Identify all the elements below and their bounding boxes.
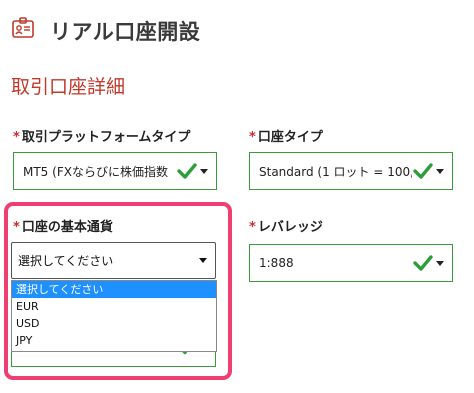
account-type-label-text: 口座タイプ: [257, 130, 323, 145]
base-currency-select[interactable]: 選択してください: [11, 242, 216, 279]
account-type-select[interactable]: Standard (1 ロット = 100,: [249, 152, 453, 190]
leverage-label-text: レバレッジ: [257, 220, 323, 235]
chevron-down-icon: [436, 260, 444, 266]
leverage-select[interactable]: 1:888: [249, 244, 453, 282]
platform-label-text: 取引プラットフォームタイプ: [21, 130, 191, 145]
chevron-down-icon: [200, 168, 208, 174]
required-mark: *: [249, 130, 256, 145]
dropdown-option-eur[interactable]: EUR: [12, 298, 216, 315]
platform-select-value: MT5 (FXならびに株価指数: [23, 164, 168, 179]
base-currency-label-text: 口座の基本通貨: [21, 220, 113, 235]
checkmark-icon: [177, 163, 197, 179]
leverage-label: * レバレッジ: [249, 216, 323, 235]
base-currency-dropdown: 選択してください EUR USD JPY: [11, 280, 217, 352]
id-card-icon: [12, 17, 34, 38]
required-mark: *: [13, 130, 20, 145]
required-mark: *: [249, 220, 256, 235]
account-opening-page: リアル口座開設 取引口座詳細 * 取引プラットフォームタイプ MT5 (FXならび…: [0, 0, 474, 393]
base-currency-select-value: 選択してください: [18, 254, 114, 268]
section-title: 取引口座詳細: [11, 76, 126, 98]
platform-label: * 取引プラットフォームタイプ: [13, 126, 190, 145]
checkmark-icon: [413, 163, 433, 179]
account-type-select-value: Standard (1 ロット = 100,: [259, 164, 412, 179]
leverage-select-value: 1:888: [259, 256, 294, 270]
dropdown-option-usd[interactable]: USD: [12, 315, 216, 332]
required-mark: *: [13, 220, 20, 235]
checkmark-icon: [413, 255, 433, 271]
account-type-label: * 口座タイプ: [249, 126, 323, 145]
chevron-down-icon: [436, 168, 444, 174]
page-title: リアル口座開設: [50, 20, 201, 44]
dropdown-option-placeholder[interactable]: 選択してください: [12, 281, 216, 298]
platform-select[interactable]: MT5 (FXならびに株価指数: [13, 152, 217, 190]
dropdown-option-jpy[interactable]: JPY: [12, 332, 216, 349]
base-currency-label: * 口座の基本通貨: [13, 216, 113, 235]
chevron-down-icon: [199, 258, 207, 263]
